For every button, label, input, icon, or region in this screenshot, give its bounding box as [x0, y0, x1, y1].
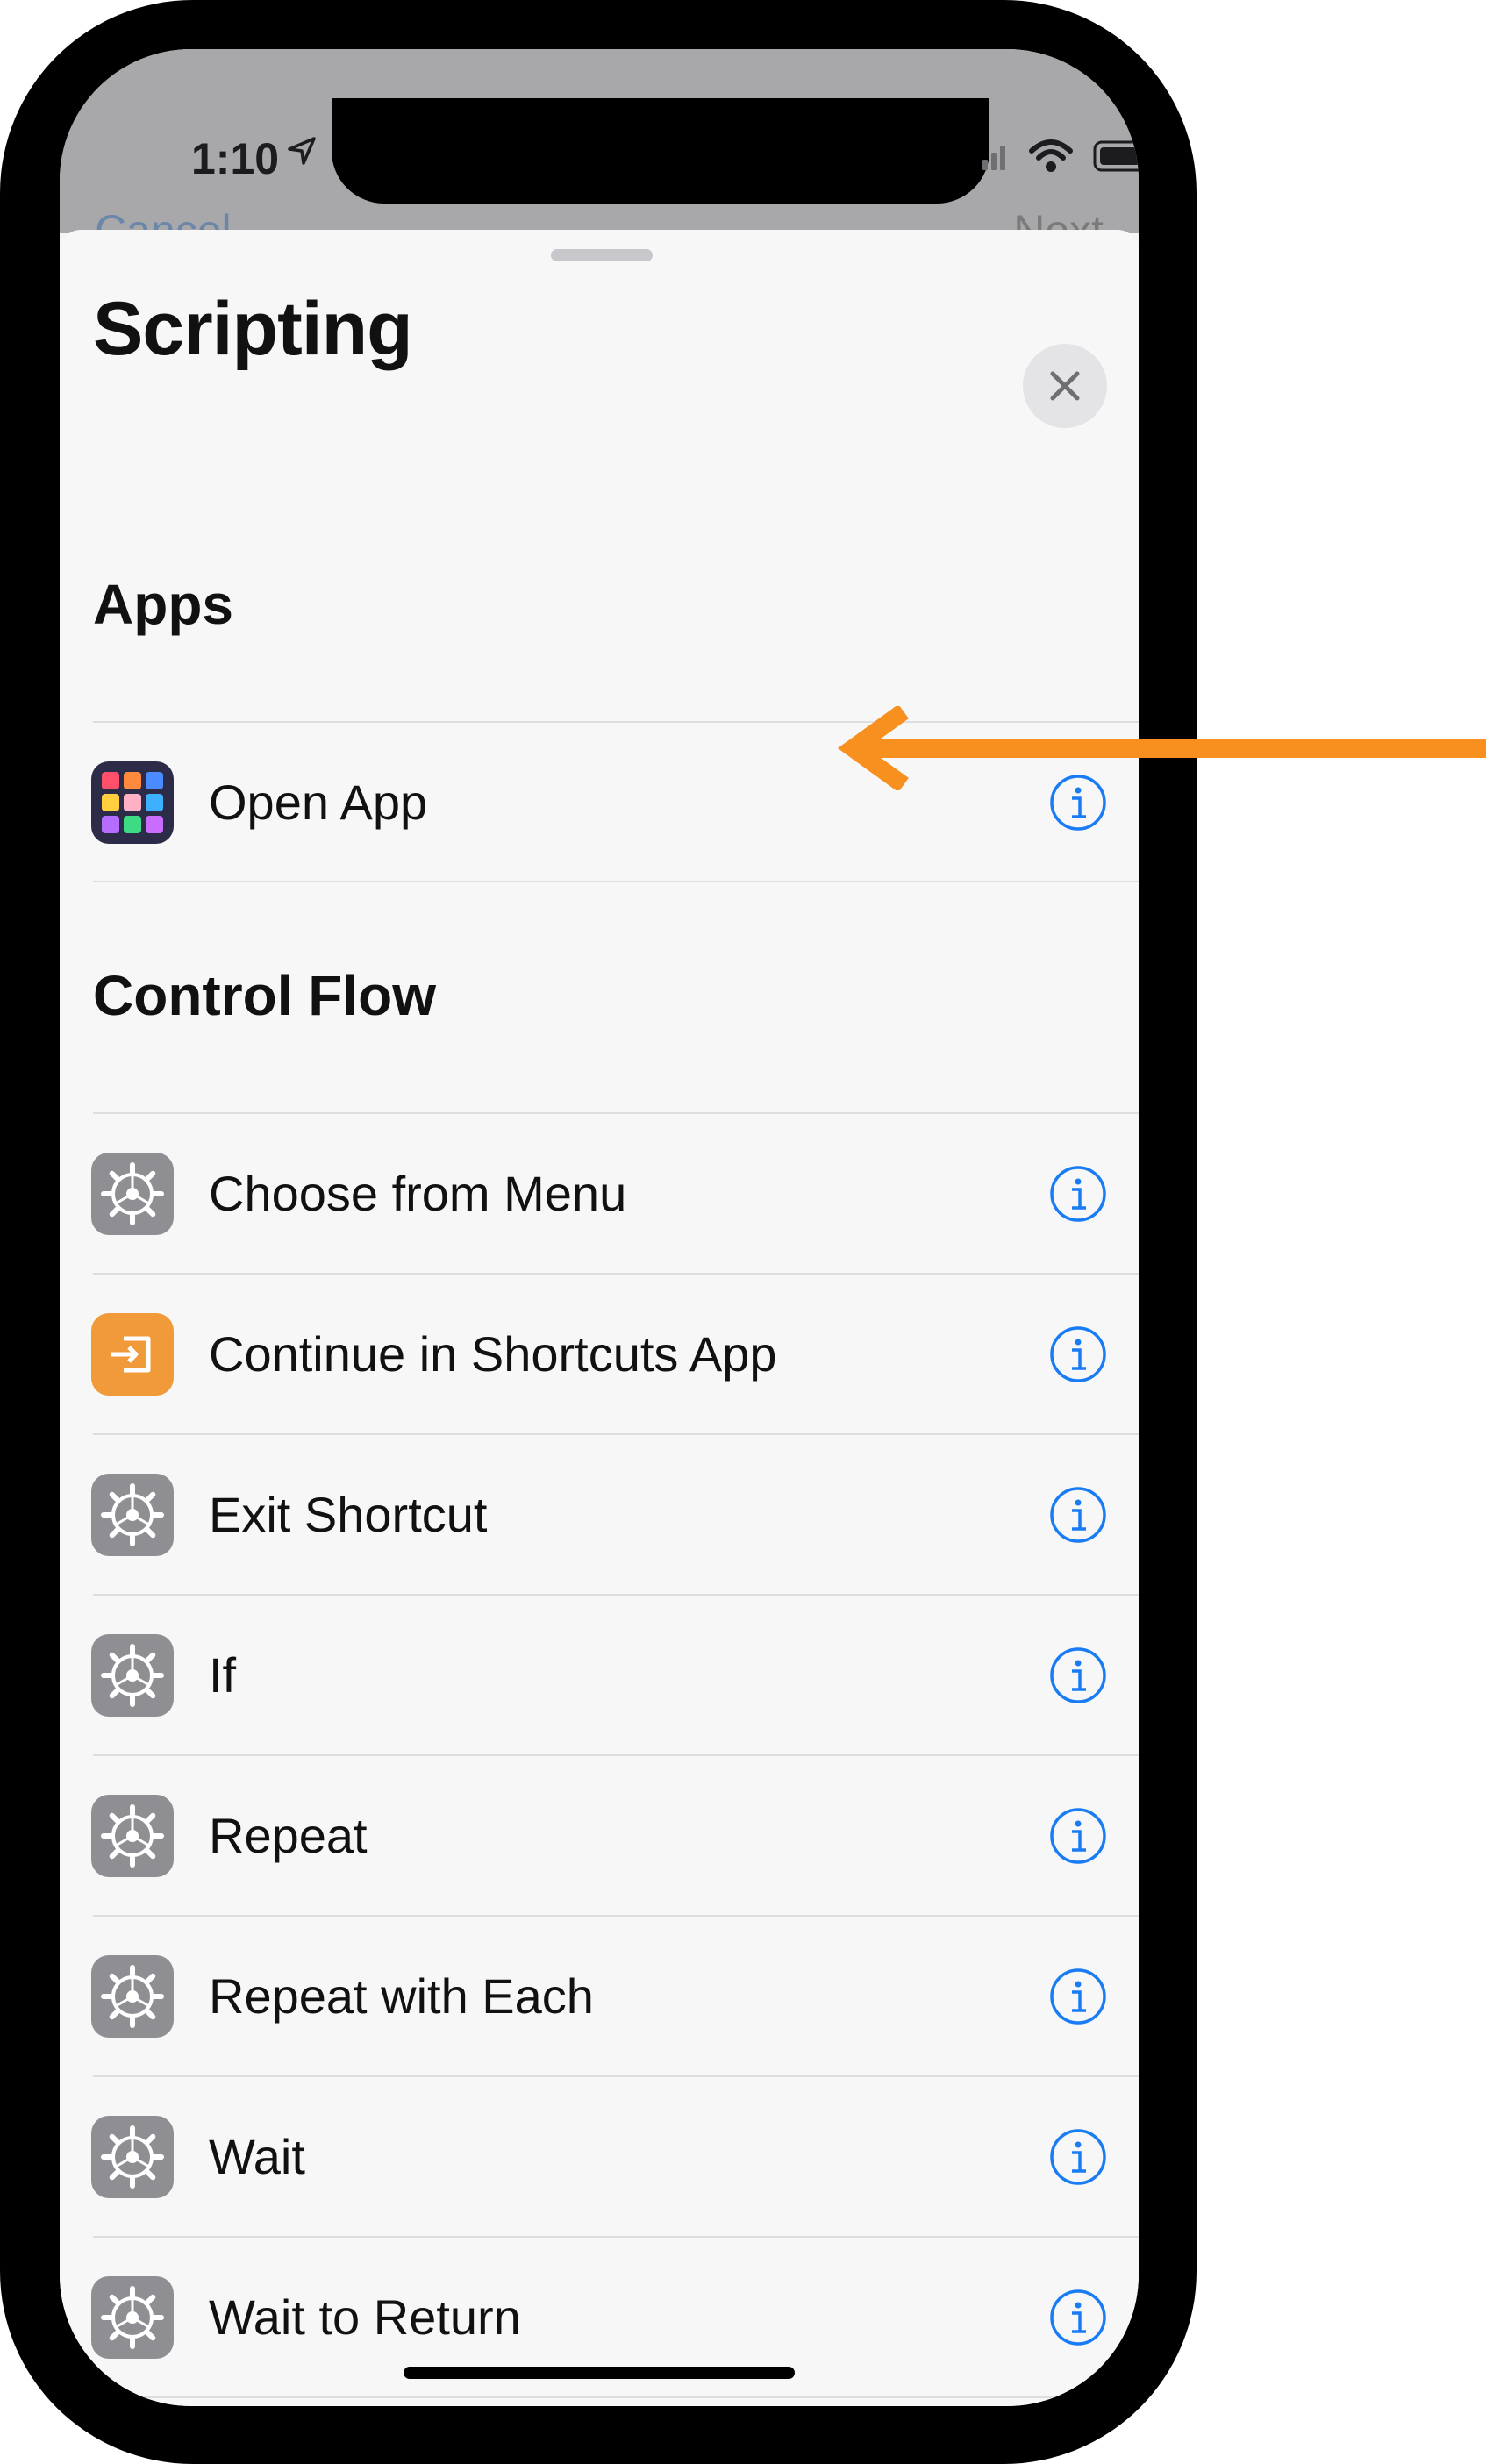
- info-icon[interactable]: [1049, 2128, 1107, 2186]
- list-item-label: Choose from Menu: [209, 1166, 627, 1221]
- status-indicators: [981, 139, 1139, 174]
- divider: [93, 881, 1139, 882]
- open-app-icon: [91, 761, 174, 844]
- info-icon[interactable]: [1049, 1486, 1107, 1544]
- gear-icon: [91, 1153, 174, 1235]
- home-indicator[interactable]: [404, 2367, 795, 2379]
- continue-icon: [91, 1313, 174, 1396]
- list-item-exit-shortcut[interactable]: Exit Shortcut: [60, 1435, 1139, 1593]
- gear-icon: [91, 1634, 174, 1717]
- close-icon: [1050, 371, 1080, 401]
- sheet-title: Scripting: [93, 287, 413, 371]
- list-item-label: Continue in Shortcuts App: [209, 1326, 777, 1382]
- gear-icon: [91, 1474, 174, 1556]
- info-icon[interactable]: [1049, 1807, 1107, 1865]
- info-icon[interactable]: [1049, 1165, 1107, 1223]
- list-item-label: Open App: [209, 775, 428, 830]
- annotation-arrow-icon: [837, 706, 1486, 790]
- signal-icon: [982, 146, 1005, 170]
- list-item-wait[interactable]: Wait: [60, 2077, 1139, 2235]
- gear-icon: [91, 1795, 174, 1877]
- gear-icon: [91, 2276, 174, 2359]
- close-button[interactable]: [1023, 344, 1107, 428]
- section-header-control-flow: Control Flow: [93, 964, 437, 1027]
- location-arrow-icon: [288, 137, 316, 165]
- list-item-repeat-with-each[interactable]: Repeat with Each: [60, 1917, 1139, 2075]
- list-item-if[interactable]: If: [60, 1596, 1139, 1753]
- sheet-grabber[interactable]: [551, 249, 653, 261]
- list-item-continue-in-shortcuts-app[interactable]: Continue in Shortcuts App: [60, 1275, 1139, 1432]
- section-header-apps: Apps: [93, 573, 233, 636]
- info-icon[interactable]: [1049, 1325, 1107, 1383]
- phone-frame: Cancel Next Scripting Apps: [0, 0, 1197, 2464]
- divider: [93, 2396, 1139, 2398]
- info-icon[interactable]: [1049, 2289, 1107, 2346]
- list-item-label: Wait: [209, 2129, 305, 2184]
- notch: [332, 98, 989, 204]
- gear-icon: [91, 2116, 174, 2198]
- list-item-label: Repeat with Each: [209, 1968, 594, 2024]
- info-icon[interactable]: [1049, 1968, 1107, 2025]
- list-item-repeat[interactable]: Repeat: [60, 1756, 1139, 1914]
- list-item-label: Repeat: [209, 1808, 368, 1863]
- list-item-choose-from-menu[interactable]: Choose from Menu: [60, 1114, 1139, 1272]
- battery-icon: [1093, 140, 1139, 172]
- list-item-label: Wait to Return: [209, 2289, 521, 2345]
- info-icon[interactable]: [1049, 1646, 1107, 1704]
- gear-icon: [91, 1955, 174, 2038]
- scripting-sheet: Scripting Apps Open App Control Flow Cho…: [60, 230, 1139, 2406]
- list-item-label: If: [209, 1647, 237, 1703]
- screen: Cancel Next Scripting Apps: [60, 49, 1139, 2406]
- wifi-icon: [1029, 139, 1073, 172]
- list-item-label: Exit Shortcut: [209, 1487, 488, 1542]
- status-time: 1:10: [191, 134, 280, 183]
